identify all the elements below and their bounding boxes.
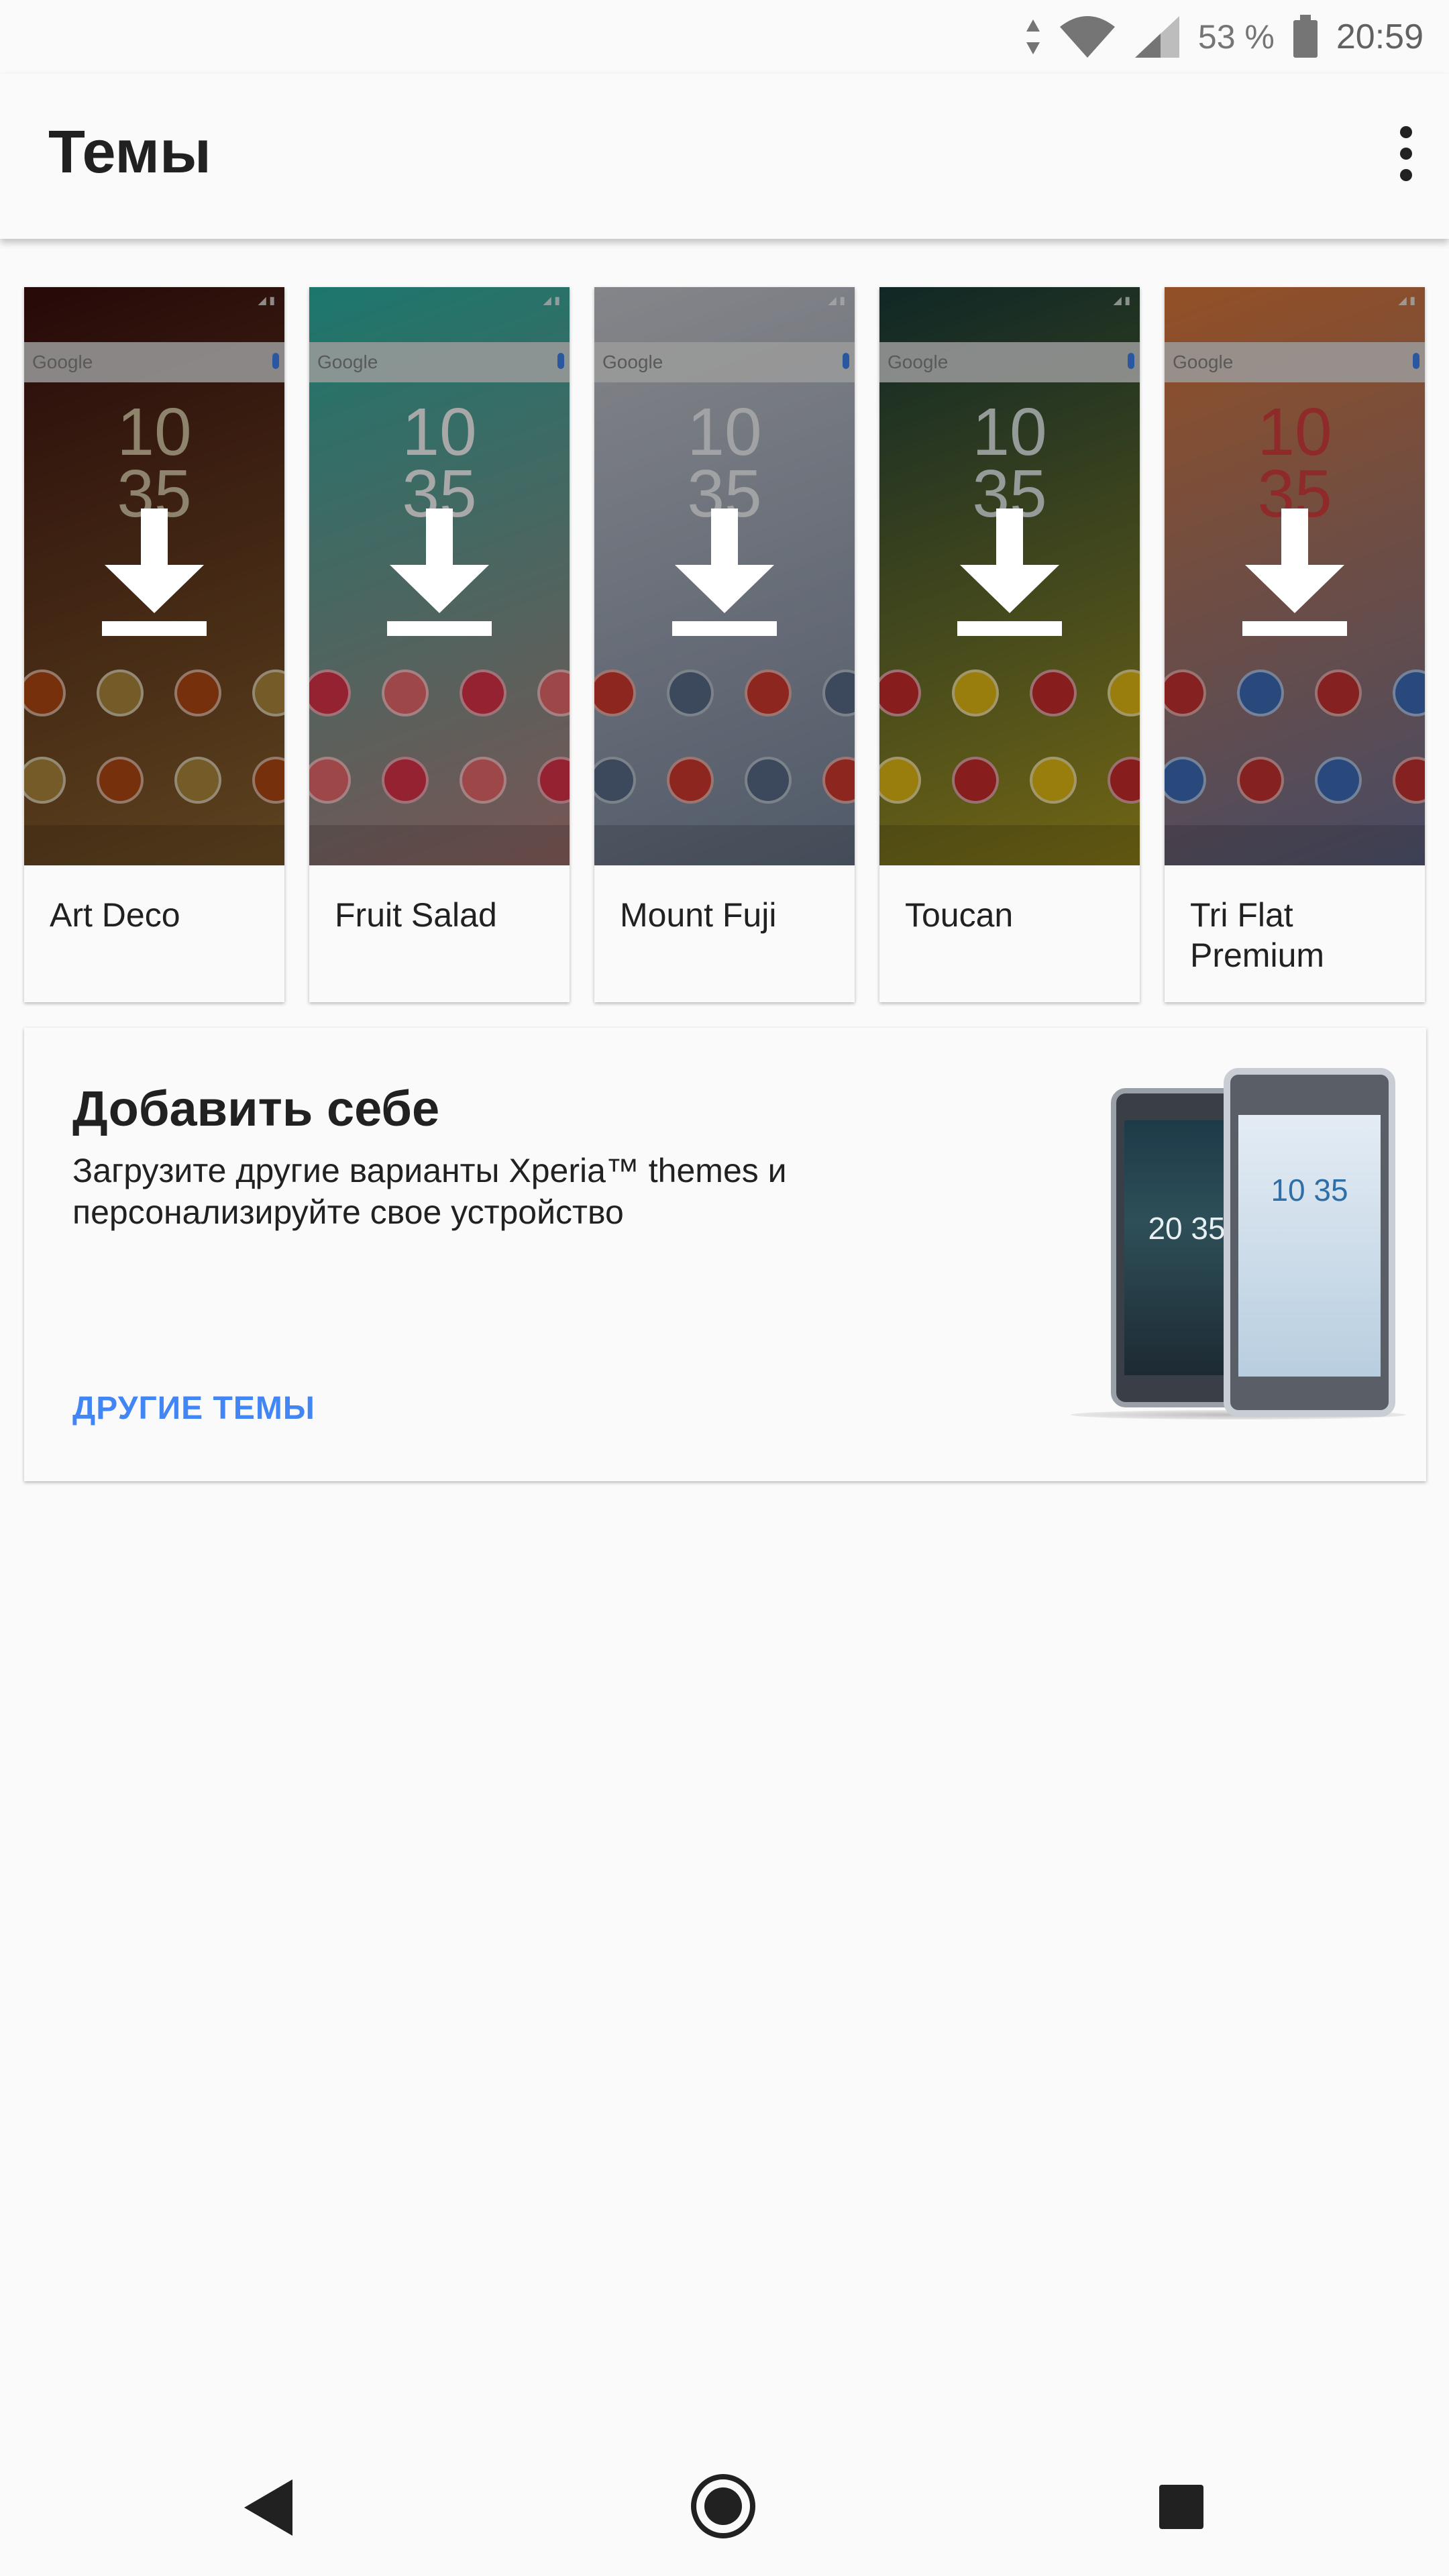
theme-preview: ◢ ▮ Google 10 35 xyxy=(594,287,855,865)
theme-preview: ◢ ▮ Google 10 35 xyxy=(309,287,570,865)
download-icon[interactable] xyxy=(672,508,777,636)
download-icon[interactable] xyxy=(387,508,492,636)
navigation-bar xyxy=(0,2432,1449,2576)
theme-card[interactable]: ◢ ▮ Google 10 35 Fruit Salad xyxy=(309,287,570,1002)
theme-preview: ◢ ▮ Google 10 35 xyxy=(24,287,284,865)
page-title: Темы xyxy=(48,119,211,186)
download-icon[interactable] xyxy=(1242,508,1347,636)
theme-name: Art Deco xyxy=(50,896,180,934)
clock: 20:59 xyxy=(1336,17,1424,56)
download-icon[interactable] xyxy=(102,508,207,636)
theme-card[interactable]: ◢ ▮ Google 10 35 Art Deco xyxy=(24,287,284,1002)
status-bar: 53 % 20:59 xyxy=(0,0,1449,74)
theme-card[interactable]: ◢ ▮ Google 10 35 Mount Fuji xyxy=(594,287,855,1002)
promo-title: Добавить себе xyxy=(72,1081,440,1136)
home-icon[interactable] xyxy=(691,2474,755,2538)
battery-percent: 53 % xyxy=(1197,18,1275,56)
theme-name: Toucan xyxy=(905,896,1014,934)
theme-name: Tri Flat Premium xyxy=(1190,896,1325,974)
data-transfer-icon xyxy=(1026,19,1040,54)
wifi-icon xyxy=(1059,16,1115,58)
theme-preview: ◢ ▮ Google 10 35 xyxy=(879,287,1140,865)
theme-name: Fruit Salad xyxy=(335,896,497,934)
xperia-phones-image: 20 35 10 35 xyxy=(1044,1068,1419,1444)
more-themes-link[interactable]: ДРУГИЕ ТЕМЫ xyxy=(72,1390,315,1427)
download-icon[interactable] xyxy=(957,508,1062,636)
phone-front: 10 35 xyxy=(1224,1068,1395,1417)
cell-signal-icon xyxy=(1134,16,1179,58)
phone-front-clock: 10 35 xyxy=(1271,1173,1348,1208)
get-more-themes-card: Добавить себе Загрузите другие варианты … xyxy=(24,1028,1426,1481)
app-bar: Темы xyxy=(0,74,1449,239)
recent-apps-icon[interactable] xyxy=(1159,2485,1203,2529)
theme-name: Mount Fuji xyxy=(620,896,777,934)
promo-description: Загрузите другие варианты Xperia™ themes… xyxy=(72,1152,787,1231)
theme-card[interactable]: ◢ ▮ Google 10 35 Toucan xyxy=(879,287,1140,1002)
theme-card[interactable]: ◢ ▮ Google 10 35 Tri Flat Premium xyxy=(1165,287,1425,1002)
theme-preview: ◢ ▮ Google 10 35 xyxy=(1165,287,1425,865)
back-icon[interactable] xyxy=(244,2479,292,2536)
theme-list: ◢ ▮ Google 10 35 Art Deco ◢ ▮ Google 10 35 Fruit … xyxy=(24,287,1426,1002)
more-options-icon[interactable] xyxy=(1390,121,1422,195)
battery-icon xyxy=(1293,15,1318,58)
